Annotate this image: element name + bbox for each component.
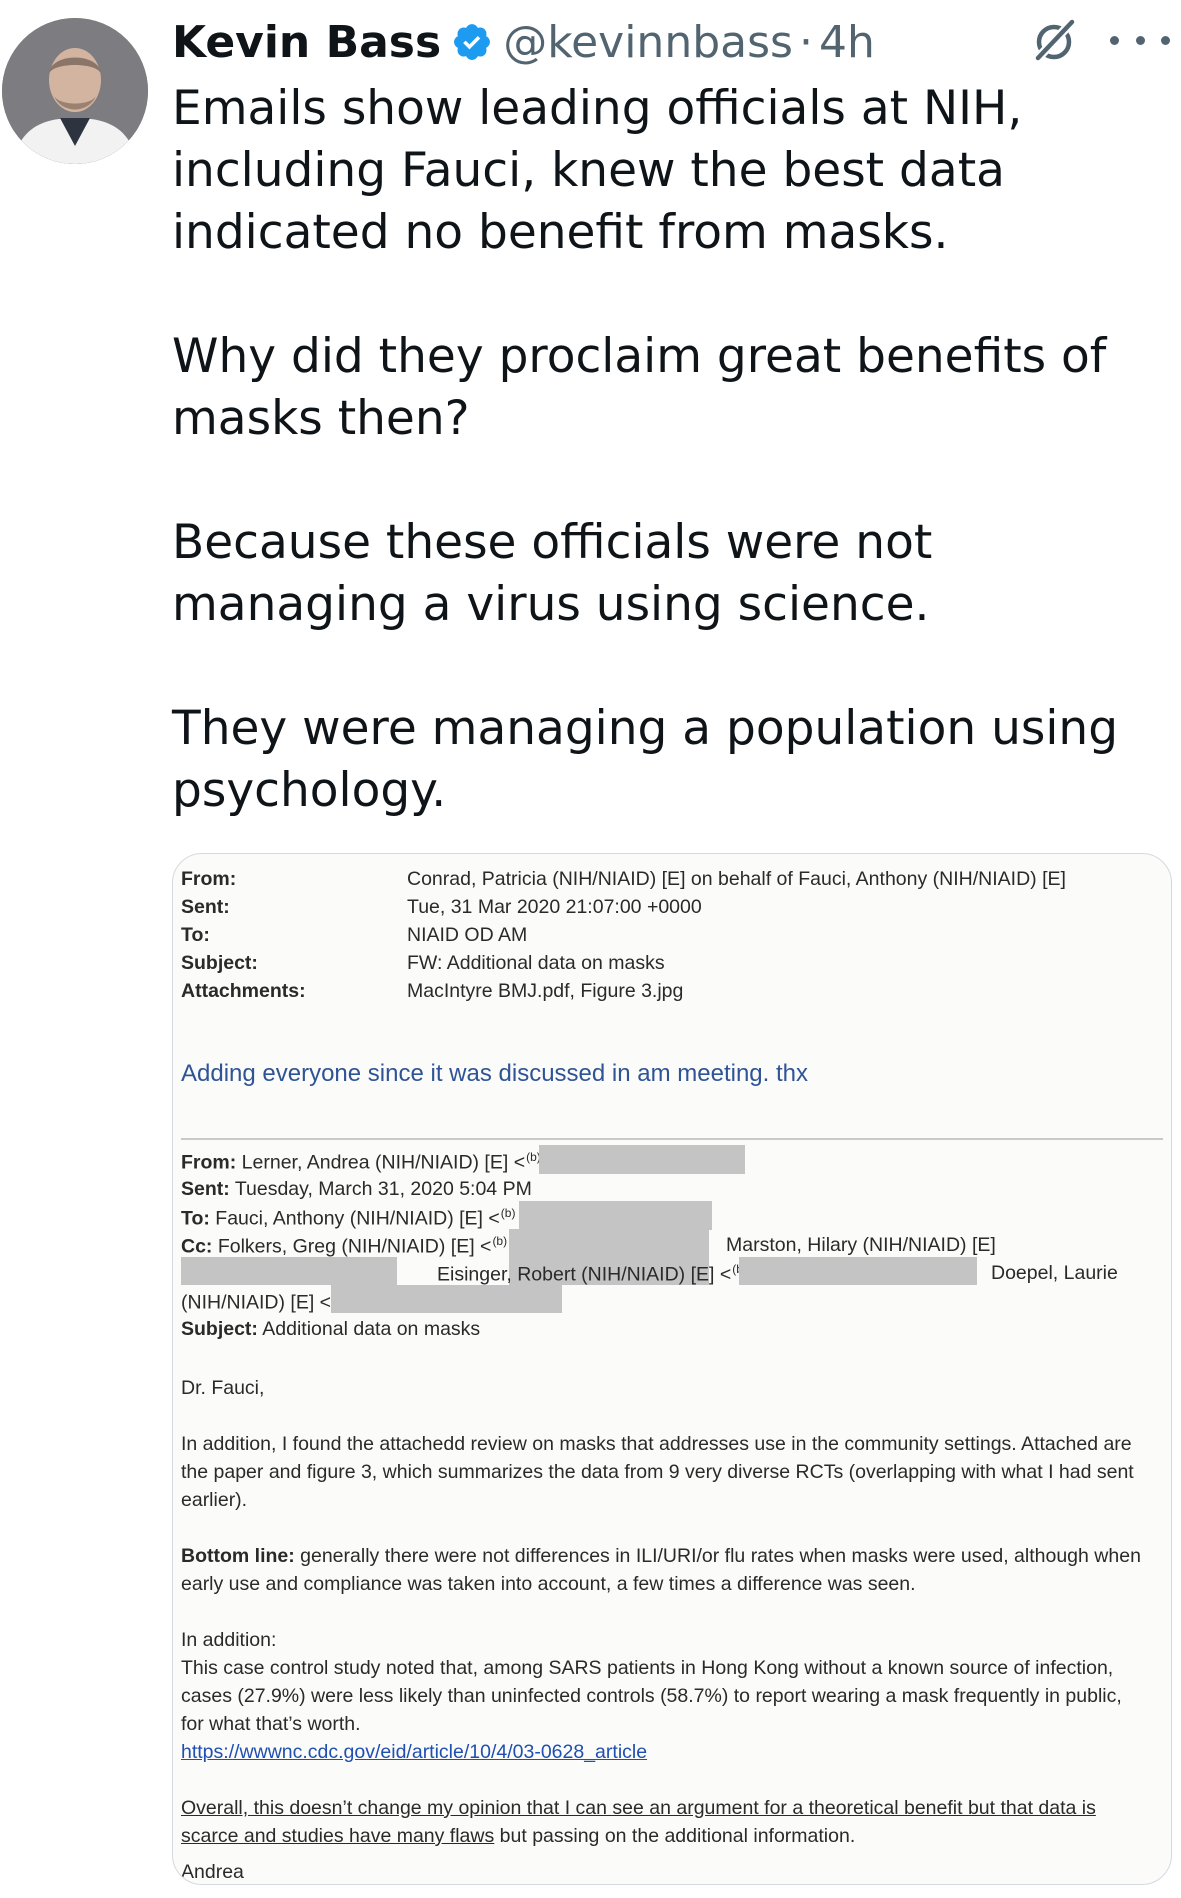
fwd-subject-row: Subject: Additional data on masks xyxy=(181,1318,480,1341)
fwd-value: Tuesday, March 31, 2020 5:04 PM xyxy=(234,1178,532,1200)
fwd-value: Lerner, Andrea (NIH/NIAID) [E] < xyxy=(241,1151,526,1174)
bottom-line-text: generally there were not differences in … xyxy=(181,1545,1141,1595)
fwd-label: Cc: xyxy=(181,1235,213,1258)
fwd-cc-row: Cc: Folkers, Greg (NIH/NIAID) [E] <(b) (… xyxy=(181,1234,525,1259)
email-paragraph-1: In addition, I found the attachedd revie… xyxy=(181,1433,1134,1511)
email-to-row: To: NIAID OD AM xyxy=(181,924,527,947)
fwd-cc-eisinger: Eisinger, Robert (NIH/NIAID) [E] <(b) (6… xyxy=(437,1262,765,1287)
email-from-row: From: Conrad, Patricia (NIH/NIAID) [E] o… xyxy=(181,868,1066,891)
tweet-text: Emails show leading officials at NIH, in… xyxy=(172,78,1172,822)
email-overall: Overall, this doesn’t change my opinion … xyxy=(181,1794,1141,1850)
tweet-image-card[interactable]: From: Conrad, Patricia (NIH/NIAID) [E] o… xyxy=(172,853,1172,1885)
email-attachments-row: Attachments: MacIntyre BMJ.pdf, Figure 3… xyxy=(181,980,683,1003)
redaction-box xyxy=(539,1145,745,1174)
more-dot xyxy=(1110,35,1119,45)
email-sent-row: Sent: Tue, 31 Mar 2020 21:07:00 +0000 xyxy=(181,896,702,919)
redaction-box xyxy=(331,1285,562,1313)
email-screenshot: From: Conrad, Patricia (NIH/NIAID) [E] o… xyxy=(173,854,1171,1884)
email-subject-row: Subject: FW: Additional data on masks xyxy=(181,952,665,975)
cc-doepel: Doepel, Laurie xyxy=(991,1262,1118,1284)
email-value: FW: Additional data on masks xyxy=(407,952,665,974)
redaction-box xyxy=(739,1257,977,1285)
fwd-value: Fauci, Anthony (NIH/NIAID) [E] < xyxy=(215,1207,500,1230)
email-signature: Andrea xyxy=(181,1861,244,1883)
cdc-article-link[interactable]: https://wwwnc.cdc.gov/eid/article/10/4/0… xyxy=(181,1741,647,1763)
more-dot xyxy=(1135,35,1145,45)
author-handle[interactable]: @kevinnbass xyxy=(503,17,793,68)
email-label: Sent: xyxy=(181,896,230,918)
email-label: From: xyxy=(181,868,237,890)
email-label: Attachments: xyxy=(181,980,306,1002)
email-label: To: xyxy=(181,924,210,946)
email-bottom-line: Bottom line: generally there were not di… xyxy=(181,1542,1141,1598)
fwd-label: From: xyxy=(181,1151,237,1174)
email-value: MacIntyre BMJ.pdf, Figure 3.jpg xyxy=(407,980,684,1002)
separator-dot: · xyxy=(798,16,813,68)
email-label: Subject: xyxy=(181,952,258,974)
email-value: Tue, 31 Mar 2020 21:07:00 +0000 xyxy=(407,896,702,918)
fwd-value: Folkers, Greg (NIH/NIAID) [E] < xyxy=(217,1235,492,1258)
more-dot xyxy=(1161,35,1170,45)
tweet-paragraph: Because these officials were not managin… xyxy=(172,515,933,632)
cc-marston: Marston, Hilary (NIH/NIAID) [E] xyxy=(726,1234,996,1256)
tweet-paragraph: They were managing a population using ps… xyxy=(172,701,1119,818)
email-value: Conrad, Patricia (NIH/NIAID) [E] on beha… xyxy=(407,868,1066,890)
avatar-portrait xyxy=(2,18,148,164)
grok-icon[interactable] xyxy=(1030,17,1078,66)
fwd-value: Additional data on masks xyxy=(262,1318,481,1340)
cc-doepel-cont: (NIH/NIAID) [E] < xyxy=(181,1291,332,1314)
cc-eisinger: Eisinger, Robert (NIH/NIAID) [E] < xyxy=(437,1263,732,1286)
author-avatar[interactable] xyxy=(2,18,148,164)
tweet-header: Kevin Bass @kevinnbass · 4h xyxy=(172,12,875,72)
email-value: NIAID OD AM xyxy=(407,924,528,946)
fwd-label: To: xyxy=(181,1207,210,1230)
verified-badge-icon xyxy=(451,21,493,63)
email-greeting: Dr. Fauci, xyxy=(181,1377,265,1399)
overall-rest: but passing on the additional informatio… xyxy=(494,1825,856,1847)
forward-note: Adding everyone since it was discussed i… xyxy=(181,1060,808,1087)
tweet-paragraph: Why did they proclaim great benefits of … xyxy=(172,329,1107,446)
fwd-from-row: From: Lerner, Andrea (NIH/NIAID) [E] <(b… xyxy=(181,1150,559,1175)
more-options-icon[interactable] xyxy=(1110,20,1170,60)
tweet-paragraph: Emails show leading officials at NIH, in… xyxy=(172,81,1023,260)
email-in-addition-label: In addition: xyxy=(181,1629,277,1651)
redaction-box xyxy=(181,1257,397,1285)
fwd-label: Subject: xyxy=(181,1318,258,1340)
redaction-box xyxy=(519,1201,712,1230)
fwd-sent-row: Sent: Tuesday, March 31, 2020 5:04 PM xyxy=(181,1178,532,1201)
fwd-label: Sent: xyxy=(181,1178,230,1200)
email-link-row: https://wwwnc.cdc.gov/eid/article/10/4/0… xyxy=(181,1738,1141,1766)
email-case-control: This case control study noted that, amon… xyxy=(181,1657,1122,1735)
bottom-line-label: Bottom line: xyxy=(181,1545,295,1567)
divider xyxy=(181,1138,1163,1140)
tweet-timestamp[interactable]: 4h xyxy=(819,17,875,68)
fwd-to-row: To: Fauci, Anthony (NIH/NIAID) [E] <(b) … xyxy=(181,1206,533,1231)
author-name[interactable]: Kevin Bass xyxy=(172,17,441,68)
